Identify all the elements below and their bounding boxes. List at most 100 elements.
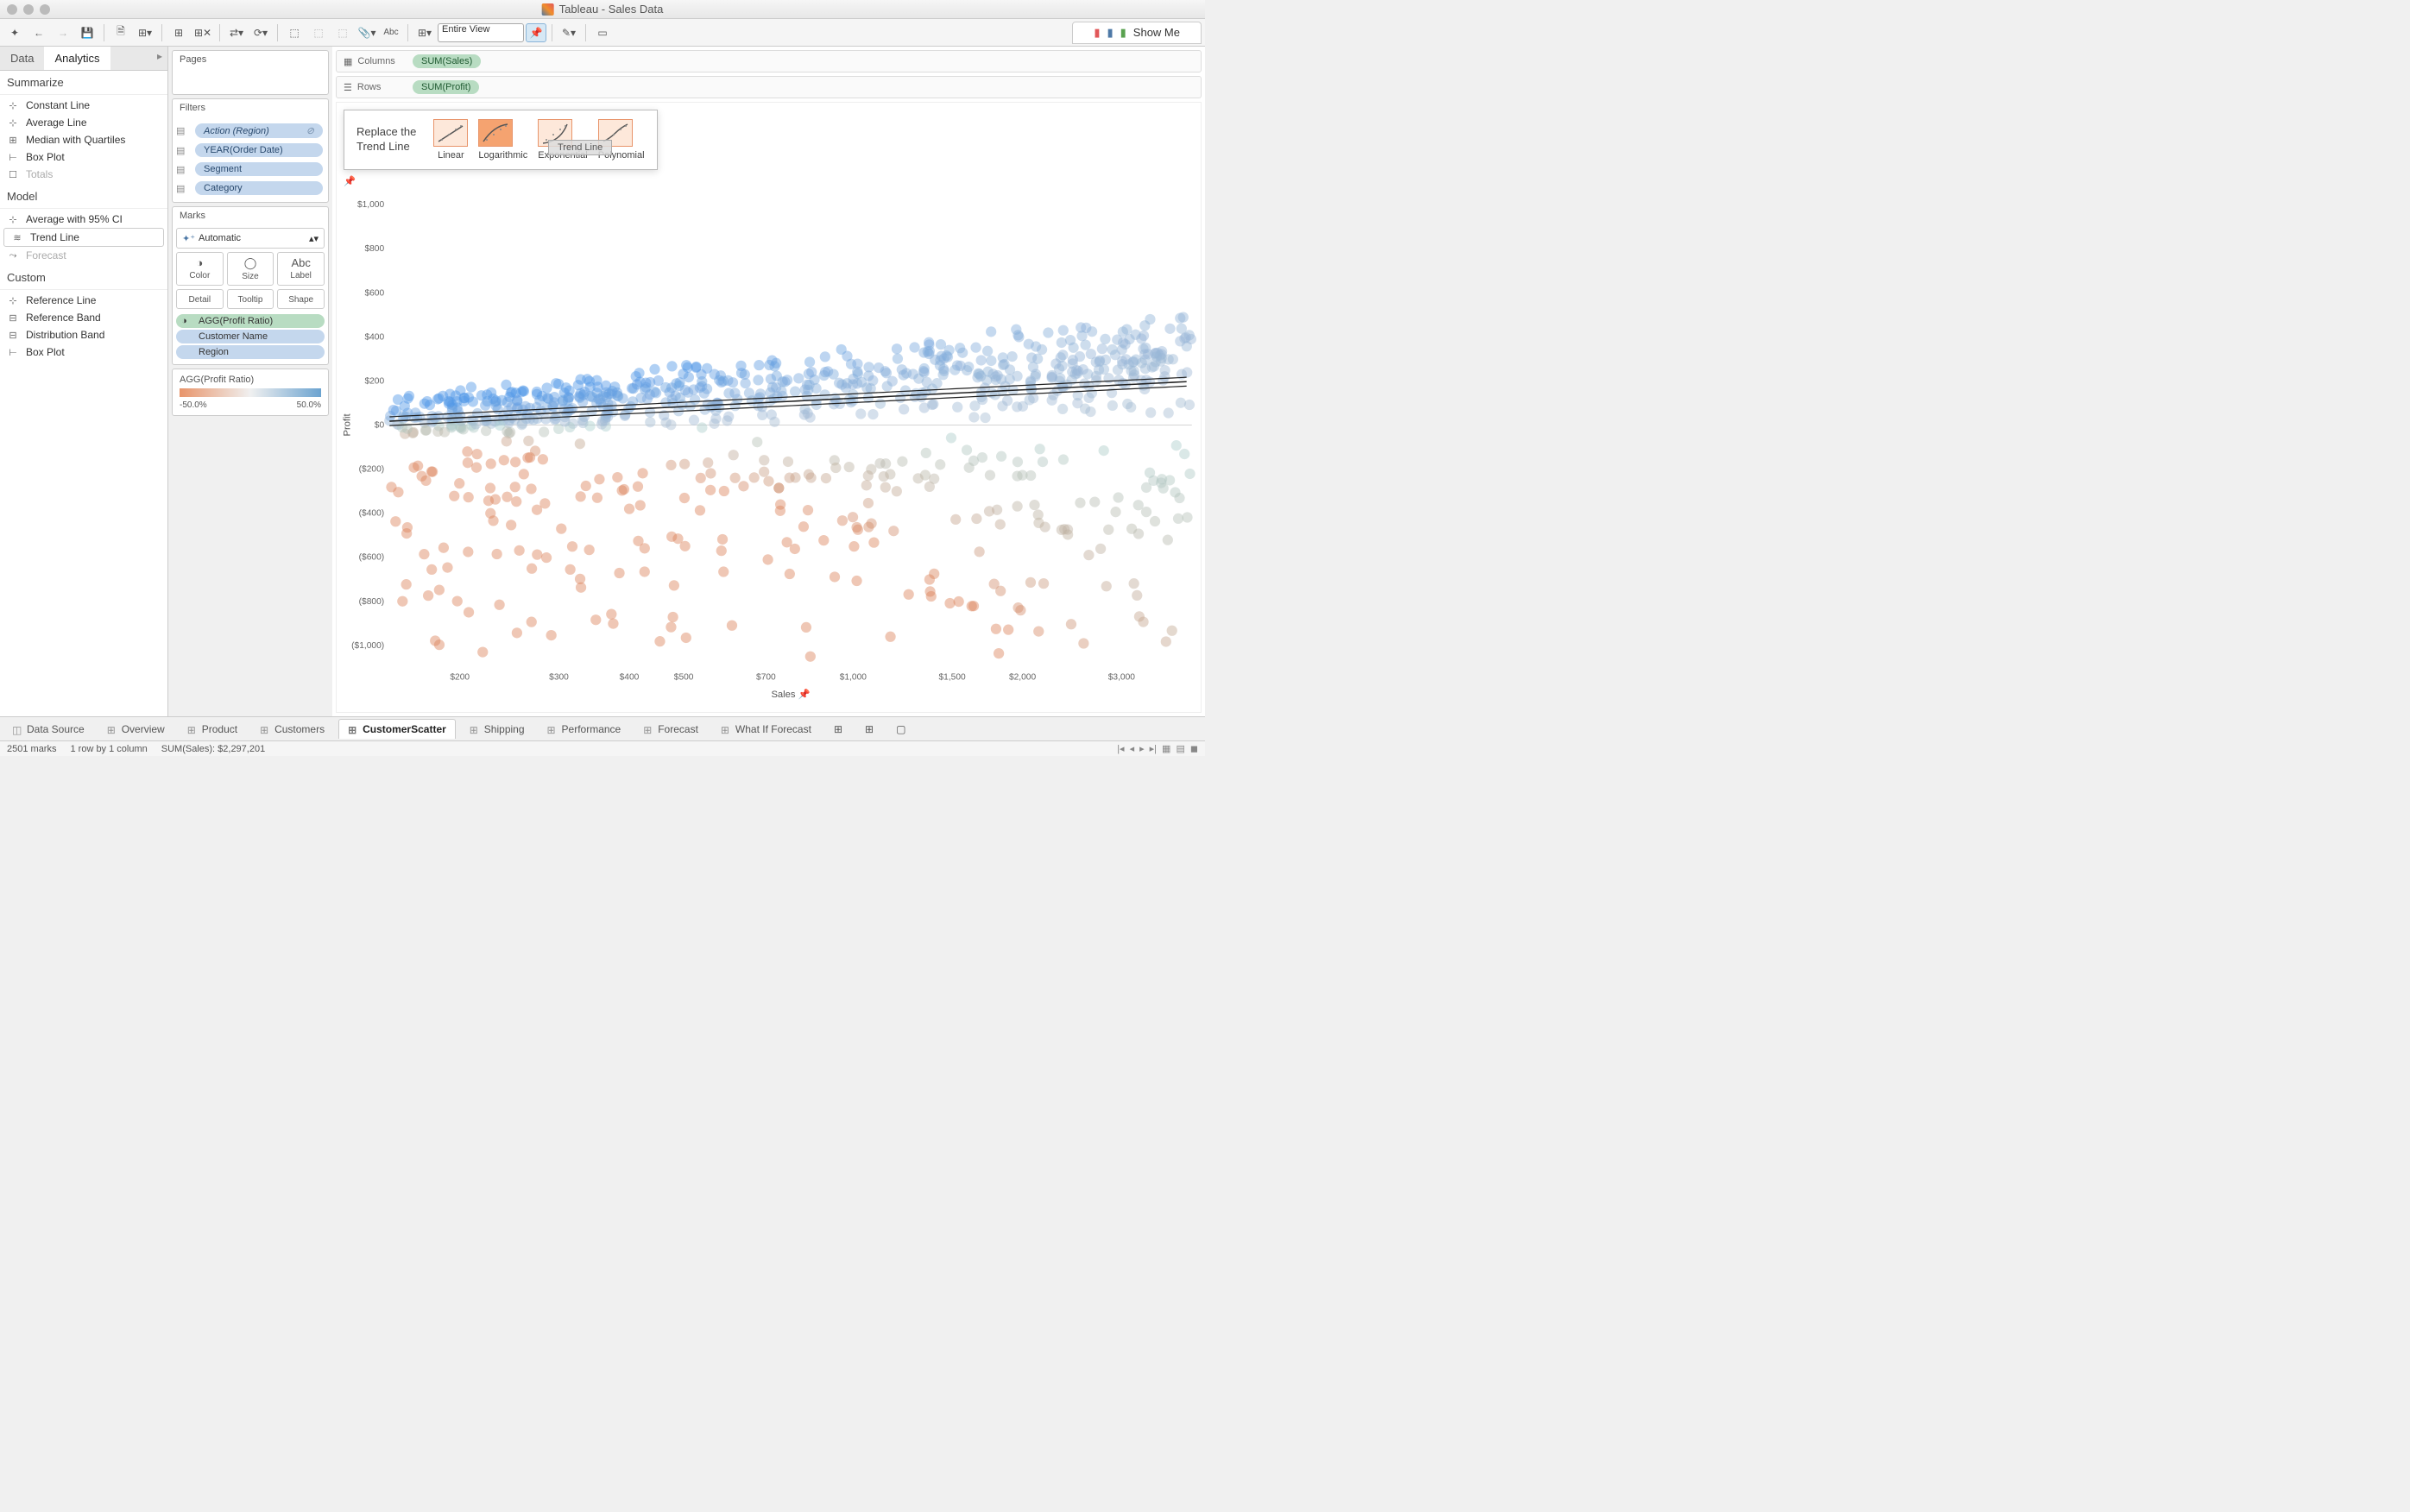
- sheet-tab-overview[interactable]: ⊞Overview: [98, 720, 173, 739]
- svg-text:$300: $300: [549, 673, 569, 683]
- new-story-tab[interactable]: ▢: [887, 720, 914, 739]
- main-toolbar: ✦ ← → 💾 🗎 ⊞▾ ⊞ ⊞✕ ⇄▾ ⟳▾ ⬚ ⬚ ⬚ 📎▾ Abc ⊞▾ …: [0, 19, 1205, 47]
- grid-view-icon[interactable]: ▦: [1162, 743, 1170, 754]
- mark-tooltip-button[interactable]: Tooltip: [227, 289, 274, 309]
- presentation-button[interactable]: ▭: [591, 22, 614, 44]
- svg-text:$700: $700: [756, 673, 776, 683]
- svg-text:($200): ($200): [359, 465, 385, 475]
- last-sheet-icon[interactable]: ▸|: [1150, 743, 1157, 754]
- color-legend-card[interactable]: AGG(Profit Ratio) -50.0% 50.0%: [172, 369, 329, 416]
- fit-select[interactable]: Entire View: [438, 23, 524, 42]
- attach-icon[interactable]: 📎▾: [356, 22, 378, 44]
- tab-data[interactable]: Data: [0, 47, 44, 70]
- new-worksheet-tab[interactable]: ⊞: [825, 720, 851, 739]
- first-sheet-icon[interactable]: |◂: [1117, 743, 1124, 754]
- duplicate-button[interactable]: ⊞: [167, 22, 190, 44]
- filters-card[interactable]: Filters ▤Action (Region)⊘▤YEAR(Order Dat…: [172, 98, 329, 203]
- columns-pill[interactable]: SUM(Sales): [413, 54, 481, 68]
- analytics-item[interactable]: ⊹Reference Line: [0, 292, 167, 309]
- sheet-tab-what-if-forecast[interactable]: ⊞What If Forecast: [712, 720, 820, 739]
- refresh-button[interactable]: ⟳▾: [249, 22, 272, 44]
- close-icon[interactable]: [7, 4, 17, 15]
- scatter-chart[interactable]: $1,000$800$600$400$200$0($200)($400)($60…: [337, 103, 1201, 712]
- zoom-icon[interactable]: [40, 4, 50, 15]
- svg-text:$400: $400: [620, 673, 640, 683]
- mark-shape-button[interactable]: Shape: [277, 289, 325, 309]
- forward-button[interactable]: →: [52, 22, 74, 44]
- svg-text:$2,000: $2,000: [1009, 673, 1037, 683]
- rows-pill[interactable]: SUM(Profit): [413, 80, 479, 94]
- swap-button[interactable]: ⇄▾: [225, 22, 248, 44]
- save-button[interactable]: 💾: [76, 22, 98, 44]
- filter-pill[interactable]: Segment: [195, 162, 323, 176]
- filmstrip-icon[interactable]: ▤: [1176, 743, 1184, 754]
- rows-icon: ☰: [344, 82, 352, 93]
- svg-text:$3,000: $3,000: [1108, 673, 1136, 683]
- analytics-item-average-with-95%-ci[interactable]: ⊹Average with 95% CI: [0, 211, 167, 228]
- trend-popup-label: Replace the Trend Line: [356, 125, 416, 154]
- filter-pill[interactable]: YEAR(Order Date): [195, 143, 323, 157]
- analytics-item-forecast: ⤳Forecast: [0, 247, 167, 264]
- rows-shelf[interactable]: ☰Rows SUM(Profit): [336, 76, 1202, 98]
- filter-pill[interactable]: Action (Region)⊘: [195, 123, 323, 138]
- analytics-item-trend-line[interactable]: ≋Trend Line: [3, 228, 164, 247]
- tableau-icon[interactable]: ✦: [3, 22, 26, 44]
- analytics-item[interactable]: ⊢Box Plot: [0, 148, 167, 166]
- data-source-tab[interactable]: ◫ Data Source: [3, 720, 93, 739]
- sort-desc-button[interactable]: ⬚: [307, 22, 330, 44]
- sheet-tab-customerscatter[interactable]: ⊞CustomerScatter: [338, 719, 456, 739]
- prev-sheet-icon[interactable]: ◂: [1130, 743, 1135, 754]
- sheet-tab-customers[interactable]: ⊞Customers: [251, 720, 333, 739]
- trend-option-linear[interactable]: Linear: [433, 119, 468, 161]
- sheet-nav[interactable]: |◂ ◂ ▸ ▸| ▦ ▤ ◼: [1117, 743, 1198, 754]
- group-button[interactable]: ⬚: [331, 22, 354, 44]
- analytics-item[interactable]: ⊟Reference Band: [0, 309, 167, 326]
- trend-option-logarithmic[interactable]: Logarithmic: [478, 119, 527, 161]
- fit-icon[interactable]: ⊞▾: [413, 22, 436, 44]
- mark-size-button[interactable]: ◯Size: [227, 252, 274, 286]
- filter-pill[interactable]: Category: [195, 181, 323, 195]
- mark-pill[interactable]: Customer Name: [176, 330, 325, 343]
- mark-pill[interactable]: ◑AGG(Profit Ratio): [176, 314, 325, 328]
- sheet-tab-forecast[interactable]: ⊞Forecast: [634, 720, 707, 739]
- columns-shelf[interactable]: ▦Columns SUM(Sales): [336, 50, 1202, 72]
- highlight-button[interactable]: ✎▾: [558, 22, 580, 44]
- side-pane: Data Analytics ▸ Summarize ⊹Constant Lin…: [0, 47, 168, 716]
- viz-canvas[interactable]: Replace the Trend Line Linear Logarithmi…: [336, 102, 1202, 713]
- label-button[interactable]: Abc: [380, 22, 402, 44]
- pin-button[interactable]: 📌: [526, 23, 546, 42]
- marks-type-select[interactable]: ✦⁺ Automatic ▴▾: [176, 228, 325, 249]
- collapse-pane-icon[interactable]: ▸: [152, 47, 167, 70]
- svg-text:$800: $800: [364, 244, 384, 254]
- new-dashboard-tab[interactable]: ⊞: [856, 720, 882, 739]
- analytics-item: ☐Totals: [0, 166, 167, 183]
- show-me-button[interactable]: ▮▮▮ Show Me: [1072, 22, 1202, 44]
- next-sheet-icon[interactable]: ▸: [1139, 743, 1145, 754]
- mark-label-button[interactable]: AbcLabel: [277, 252, 325, 286]
- drag-ghost-trend-line: Trend Line: [548, 140, 612, 155]
- clear-button[interactable]: ⊞✕: [192, 22, 214, 44]
- analytics-item[interactable]: ⊟Distribution Band: [0, 326, 167, 343]
- pages-card[interactable]: Pages: [172, 50, 329, 95]
- minimize-icon[interactable]: [23, 4, 34, 15]
- sheet-tab-performance[interactable]: ⊞Performance: [539, 720, 630, 739]
- analytics-item[interactable]: ⊢Box Plot: [0, 343, 167, 361]
- new-datasource-button[interactable]: 🗎: [110, 22, 132, 44]
- marks-card[interactable]: Marks ✦⁺ Automatic ▴▾ ◑Color◯SizeAbcLabe…: [172, 206, 329, 365]
- sheet-tab-shipping[interactable]: ⊞Shipping: [461, 720, 533, 739]
- analytics-item[interactable]: ⊹Average Line: [0, 114, 167, 131]
- mark-color-button[interactable]: ◑Color: [176, 252, 224, 286]
- sort-asc-button[interactable]: ⬚: [283, 22, 306, 44]
- analytics-item[interactable]: ⊹Constant Line: [0, 97, 167, 114]
- mark-pill[interactable]: Region: [176, 345, 325, 359]
- trend-line-drop-target[interactable]: Replace the Trend Line Linear Logarithmi…: [344, 110, 658, 170]
- mark-detail-button[interactable]: Detail: [176, 289, 224, 309]
- sheet-tab-product[interactable]: ⊞Product: [179, 720, 246, 739]
- analytics-item[interactable]: ⊞Median with Quartiles: [0, 131, 167, 148]
- new-worksheet-button[interactable]: ⊞▾: [134, 22, 156, 44]
- svg-text:$1,500: $1,500: [939, 673, 967, 683]
- tab-analytics[interactable]: Analytics: [44, 47, 110, 70]
- back-button[interactable]: ←: [28, 22, 50, 44]
- svg-text:$0: $0: [375, 420, 385, 430]
- sheet-sorter-icon[interactable]: ◼: [1190, 743, 1198, 754]
